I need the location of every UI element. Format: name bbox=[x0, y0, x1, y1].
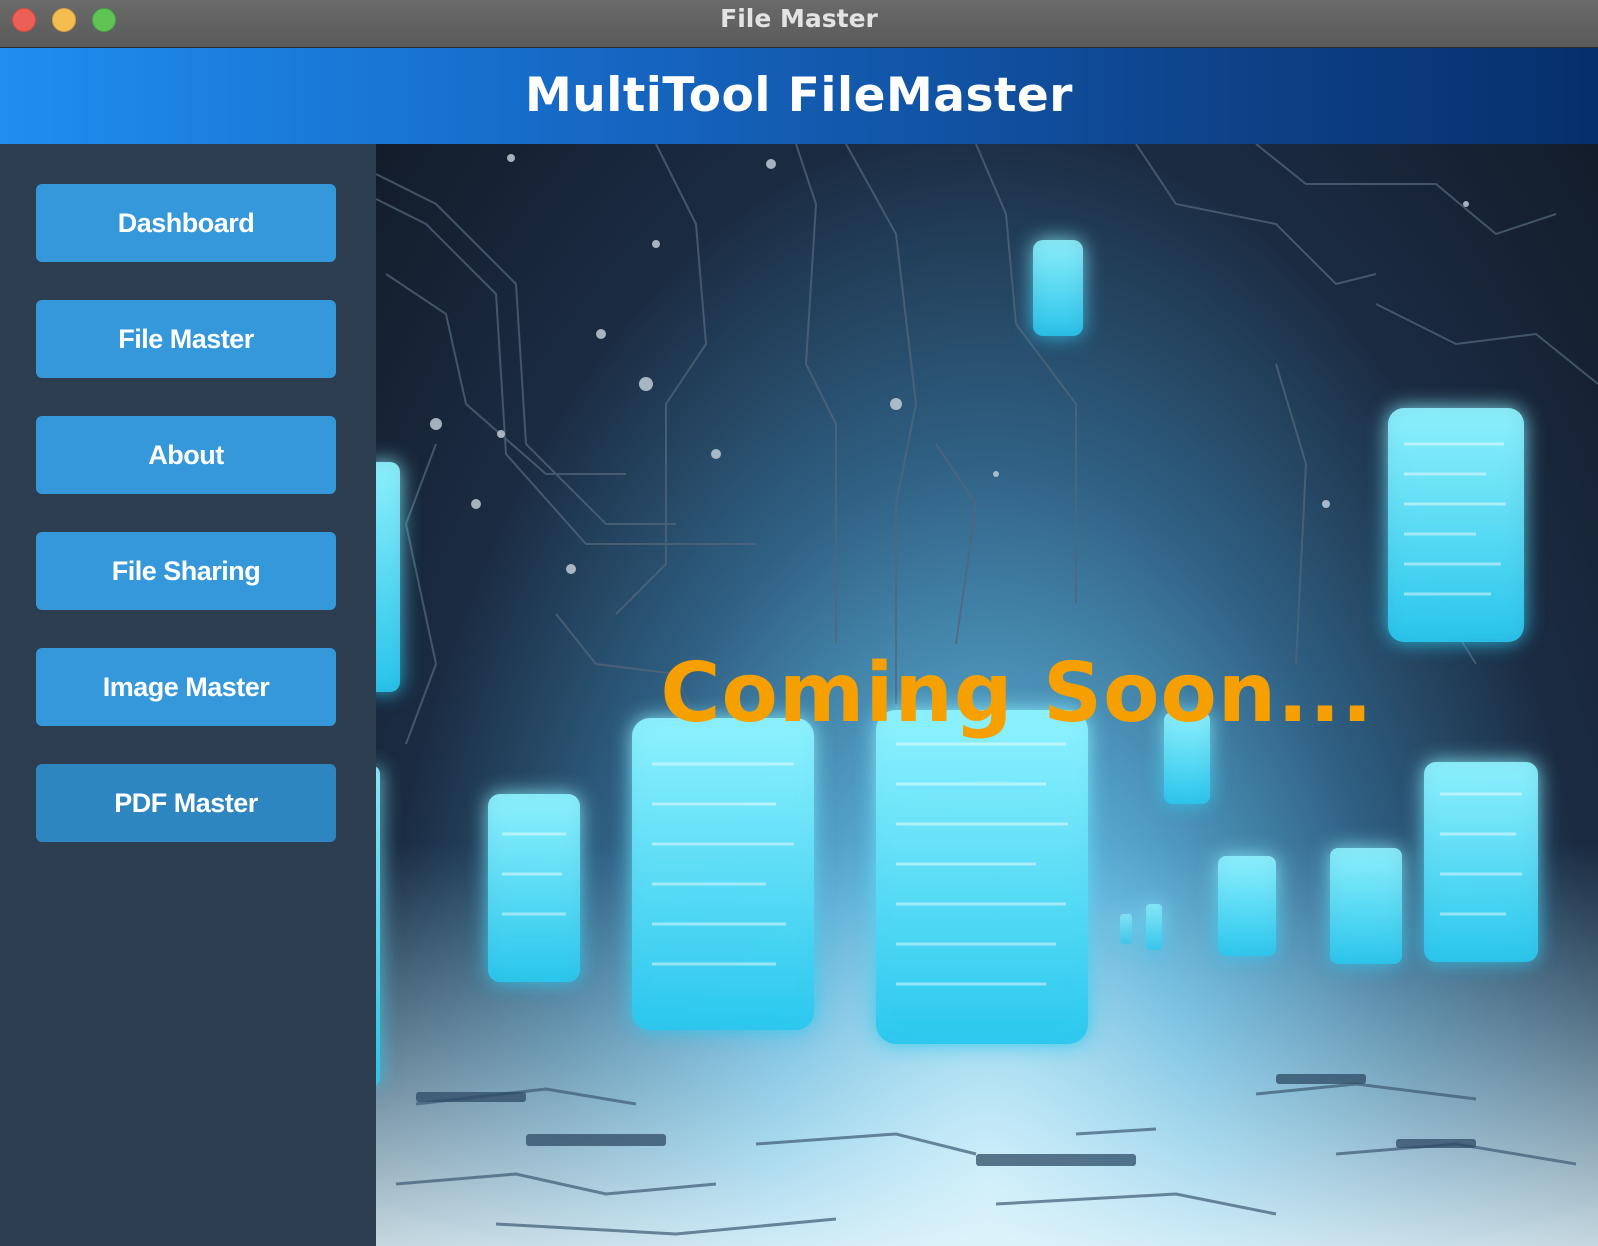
main-content: Coming Soon... bbox=[376, 144, 1598, 1246]
title-bar[interactable]: File Master bbox=[0, 0, 1598, 48]
app-header: MultiTool FileMaster bbox=[0, 48, 1598, 144]
coming-soon-message: Coming Soon... bbox=[660, 646, 1374, 741]
sidebar: Dashboard File Master About File Sharing… bbox=[0, 144, 376, 1246]
app-window: File Master MultiTool FileMaster Dashboa… bbox=[0, 0, 1598, 1246]
pdf-master-button[interactable]: PDF Master bbox=[36, 764, 336, 842]
file-sharing-button[interactable]: File Sharing bbox=[36, 532, 336, 610]
file-master-button[interactable]: File Master bbox=[36, 300, 336, 378]
image-master-button[interactable]: Image Master bbox=[36, 648, 336, 726]
particle-dots bbox=[430, 154, 1469, 668]
app-title: MultiTool FileMaster bbox=[525, 68, 1073, 123]
about-button[interactable]: About bbox=[36, 416, 336, 494]
window-title: File Master bbox=[720, 4, 878, 33]
dashboard-button[interactable]: Dashboard bbox=[36, 184, 336, 262]
